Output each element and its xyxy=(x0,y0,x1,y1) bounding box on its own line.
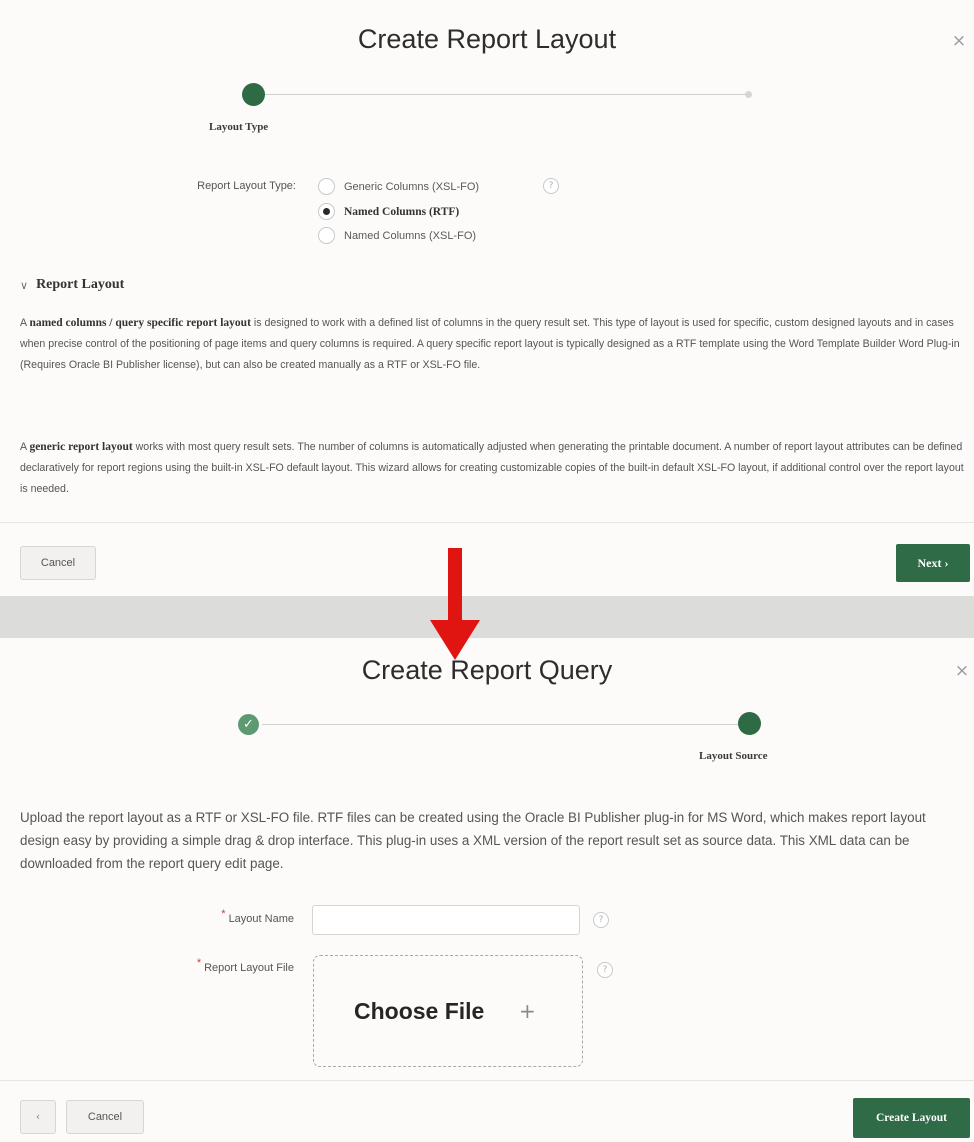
help-icon[interactable]: ? xyxy=(543,178,559,194)
report-layout-section-toggle[interactable]: ∨ Report Layout xyxy=(20,277,124,293)
close-icon[interactable]: × xyxy=(948,30,970,52)
separator-band xyxy=(0,596,974,638)
chevron-down-icon: ∨ xyxy=(20,278,29,292)
named-columns-description: A named columns / query specific report … xyxy=(20,313,968,376)
step-label: Layout Source xyxy=(699,750,768,762)
radio-named-columns-xsl-fo[interactable]: Named Columns (XSL-FO) xyxy=(318,227,476,244)
close-icon[interactable]: × xyxy=(951,660,973,682)
para-text: works with most query result sets. The n… xyxy=(20,441,964,495)
progress-track xyxy=(262,94,750,95)
dialog-title: Create Report Layout xyxy=(357,24,617,54)
section-title: Report Layout xyxy=(36,277,125,292)
radio-button[interactable] xyxy=(318,178,335,195)
previous-button[interactable]: ‹ xyxy=(20,1100,56,1134)
layout-name-input[interactable] xyxy=(312,905,580,935)
label-text: Layout Name xyxy=(228,913,294,925)
arrow-shaft xyxy=(448,548,462,624)
radio-named-columns-rtf[interactable]: Named Columns (RTF) xyxy=(318,203,459,220)
radio-button-checked[interactable] xyxy=(318,203,335,220)
radio-generic-columns-xsl-fo[interactable]: Generic Columns (XSL-FO) xyxy=(318,178,479,195)
layout-name-label: * Layout Name xyxy=(150,908,294,925)
check-icon: ✓ xyxy=(238,714,259,735)
radio-label: Named Columns (XSL-FO) xyxy=(344,229,477,242)
generic-layout-description: A generic report layout works with most … xyxy=(20,437,968,500)
radio-label: Named Columns (RTF) xyxy=(344,205,460,218)
current-step-dot xyxy=(738,712,761,735)
chevron-left-icon: ‹ xyxy=(35,1110,41,1123)
next-step-dot xyxy=(745,91,752,98)
footer-divider xyxy=(0,522,974,523)
cancel-button[interactable]: Cancel xyxy=(66,1100,144,1134)
footer-divider xyxy=(0,1080,974,1081)
required-mark: * xyxy=(196,957,202,969)
required-mark: * xyxy=(221,908,226,920)
radio-label: Generic Columns (XSL-FO) xyxy=(344,180,480,193)
step-label: Layout Type xyxy=(209,121,269,133)
arrow-head xyxy=(430,620,480,660)
para-bold-term: generic report layout xyxy=(29,441,133,453)
help-icon[interactable]: ? xyxy=(597,962,613,978)
cancel-button[interactable]: Cancel xyxy=(20,546,96,580)
report-layout-type-label: Report Layout Type: xyxy=(197,180,296,192)
create-layout-button[interactable]: Create Layout xyxy=(853,1098,970,1138)
upload-instructions: Upload the report layout as a RTF or XSL… xyxy=(20,810,926,871)
label-text: Report Layout File xyxy=(204,962,294,974)
radio-button[interactable] xyxy=(318,227,335,244)
choose-file-label: Choose File xyxy=(354,998,485,1024)
help-icon[interactable]: ? xyxy=(593,912,609,928)
plus-icon: + xyxy=(519,999,536,1023)
report-layout-file-label: * Report Layout File xyxy=(150,957,294,974)
progress-track xyxy=(262,724,748,725)
next-button[interactable]: Next › xyxy=(896,544,970,582)
dialog-title: Create Report Query xyxy=(361,655,613,685)
choose-file-dropzone[interactable]: Choose File + xyxy=(313,955,583,1067)
para-bold-term: named columns / query specific report la… xyxy=(29,317,251,329)
current-step-dot xyxy=(242,83,265,106)
